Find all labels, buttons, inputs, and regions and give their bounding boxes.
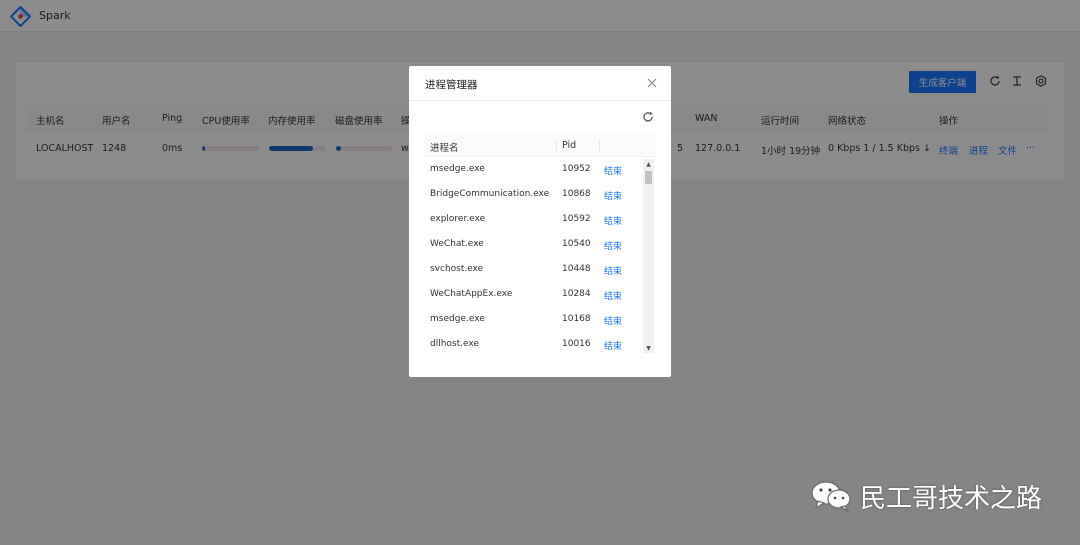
process-name: msedge.exe <box>430 314 485 324</box>
process-row: BridgeCommunication.exe 10868 结束 <box>425 182 645 207</box>
end-process-link[interactable]: 结束 <box>604 239 622 252</box>
process-row: WeChatAppEx.exe 10284 结束 <box>425 282 645 307</box>
header-pid: Pid <box>562 140 577 151</box>
end-process-link[interactable]: 结束 <box>604 339 622 352</box>
process-row: svchost.exe 10448 结束 <box>425 257 645 282</box>
process-pid: 10592 <box>562 214 591 224</box>
process-pid: 10540 <box>562 239 591 249</box>
scroll-down-arrow-icon[interactable]: ▼ <box>643 343 654 353</box>
process-name: WeChat.exe <box>430 239 484 249</box>
process-pid: 10284 <box>562 289 591 299</box>
wechat-icon <box>811 481 851 513</box>
end-process-link[interactable]: 结束 <box>604 214 622 227</box>
reload-icon[interactable] <box>641 110 655 124</box>
process-table-header: 进程名 Pid <box>425 134 656 157</box>
process-pid: 10952 <box>562 164 591 174</box>
modal-header: 进程管理器 <box>409 66 671 101</box>
process-row: WeChat.exe 10540 结束 <box>425 232 645 257</box>
process-table-body: msedge.exe 10952 结束 BridgeCommunication.exe… <box>425 157 656 354</box>
modal-title: 进程管理器 <box>425 79 478 91</box>
scrollbar[interactable]: ▲ ▼ <box>643 159 654 353</box>
process-pid: 10868 <box>562 189 591 199</box>
watermark-text: 民工哥技术之路 <box>860 483 1043 514</box>
process-row: dllhost.exe 10016 结束 <box>425 332 645 354</box>
end-process-link[interactable]: 结束 <box>604 189 622 202</box>
end-process-link[interactable]: 结束 <box>604 264 622 277</box>
column-divider <box>556 139 557 152</box>
end-process-link[interactable]: 结束 <box>604 314 622 327</box>
column-divider <box>599 139 600 152</box>
process-row: msedge.exe 10952 结束 <box>425 157 645 182</box>
end-process-link[interactable]: 结束 <box>604 164 622 177</box>
process-row: msedge.exe 10168 结束 <box>425 307 645 332</box>
process-name: svchost.exe <box>430 264 484 274</box>
header-process-name: 进程名 <box>430 143 459 154</box>
process-pid: 10016 <box>562 339 591 349</box>
process-pid: 10448 <box>562 264 591 274</box>
process-name: WeChatAppEx.exe <box>430 289 513 299</box>
process-pid: 10168 <box>562 314 591 324</box>
watermark: 民工哥技术之路 <box>810 478 1042 514</box>
process-name: BridgeCommunication.exe <box>430 189 550 199</box>
end-process-link[interactable]: 结束 <box>604 289 622 302</box>
process-name: msedge.exe <box>430 164 485 174</box>
close-icon[interactable] <box>645 76 659 90</box>
process-manager-modal: 进程管理器 进程名 Pid msedge.exe 10952 结束 BridgeCom… <box>409 66 671 377</box>
scroll-up-arrow-icon[interactable]: ▲ <box>643 159 654 169</box>
process-row: explorer.exe 10592 结束 <box>425 207 645 232</box>
scroll-thumb[interactable] <box>645 171 652 184</box>
process-name: dllhost.exe <box>430 339 479 349</box>
process-name: explorer.exe <box>430 214 486 224</box>
